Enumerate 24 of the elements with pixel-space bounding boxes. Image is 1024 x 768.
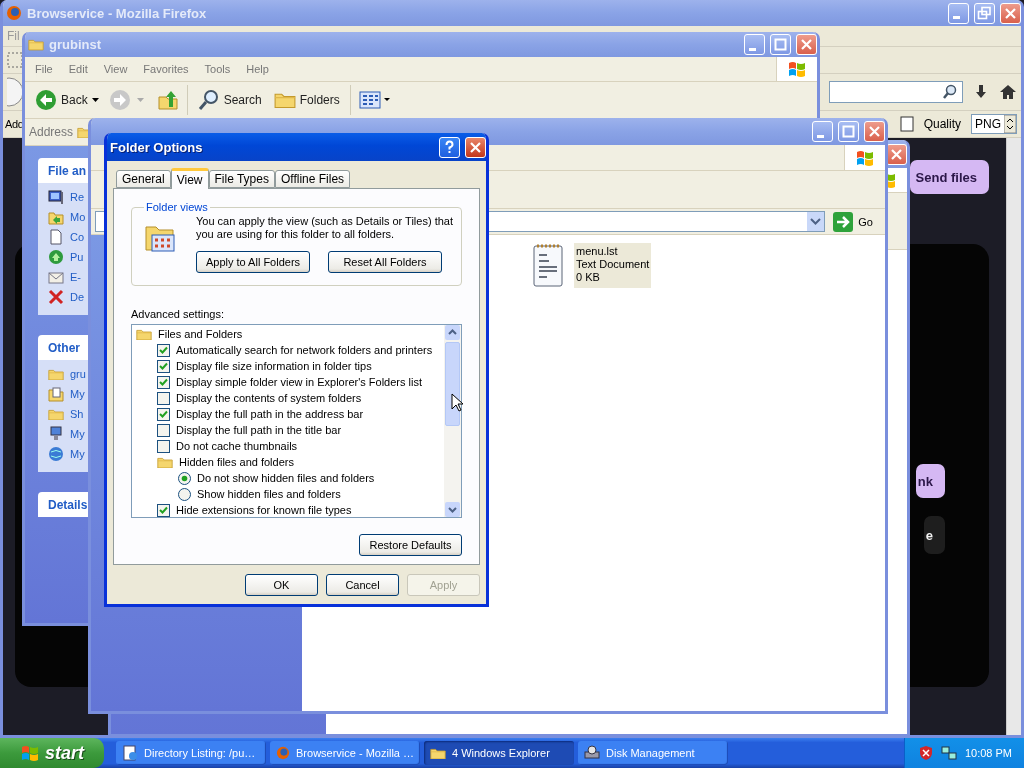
setting-label: Display the contents of system folders xyxy=(176,392,362,404)
file-name: menu.lst xyxy=(576,245,619,258)
file-size: 0 KB xyxy=(576,271,601,284)
setting-label: Display the full path in the title bar xyxy=(176,424,342,436)
setting-label: Display file size information in folder tips xyxy=(176,360,372,372)
window-title: Browservice - Mozilla Firefox xyxy=(27,5,208,21)
window-title: grubinst xyxy=(49,37,102,52)
setting-label: Show hidden files and folders xyxy=(197,488,341,500)
section-label: Advanced settings: xyxy=(131,308,225,320)
setting-label: Do not cache thumbnails xyxy=(176,440,298,452)
setting-label: Hidden files and folders xyxy=(179,456,294,468)
setting-label: Files and Folders xyxy=(158,328,243,340)
group-title: Folder views xyxy=(145,201,209,213)
setting-label: Display simple folder view in Explorer's Folders list xyxy=(176,376,422,388)
window-title: Folder Options xyxy=(110,139,204,155)
clock: 10:08 PM xyxy=(964,747,1012,759)
setting-label: Do not show hidden files and folders xyxy=(197,472,375,484)
setting-label: Display the full path in the address bar xyxy=(176,408,364,420)
address-label: Address xyxy=(29,125,74,139)
setting-label: Automatically search for network folders and printers xyxy=(176,344,433,356)
quality-label: Quality xyxy=(923,117,961,131)
description-text: You can apply the view (such as Details or Tiles) that you are using for this folder to all folders. xyxy=(196,215,453,241)
setting-label: Hide extensions for known file types xyxy=(176,504,352,516)
file-type: Text Document xyxy=(576,258,650,271)
